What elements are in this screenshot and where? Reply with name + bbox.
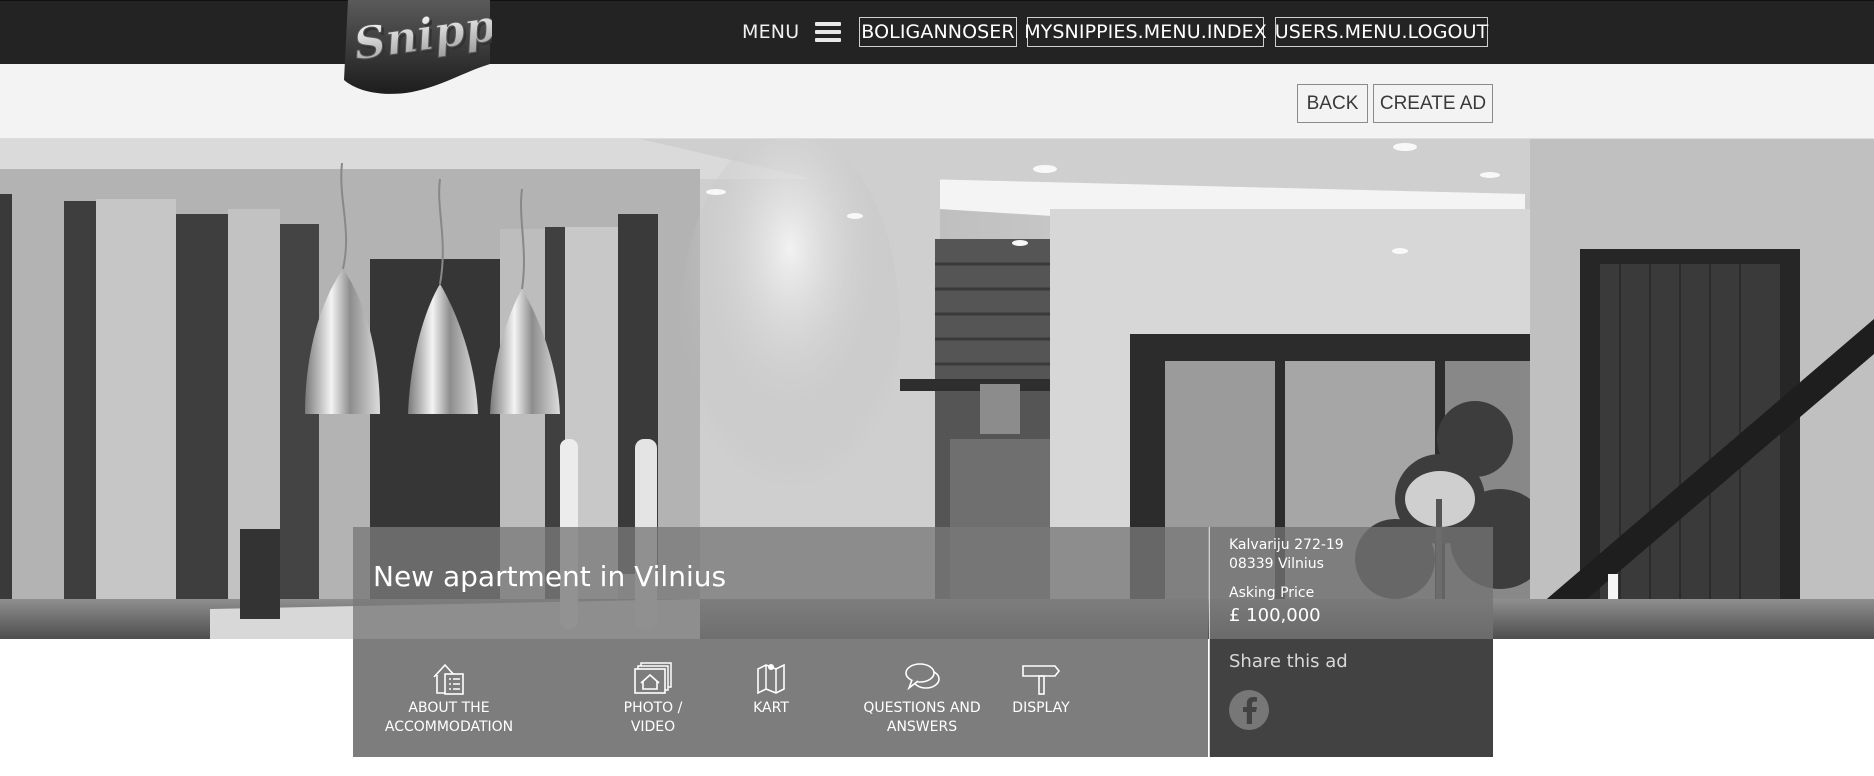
signpost-icon [1022, 665, 1061, 695]
back-button[interactable]: BACK [1297, 84, 1368, 123]
tab-label: ABOUT THE ACCOMMODATION [384, 700, 514, 735]
tab-label: KART [753, 700, 789, 716]
address-line-2: 08339 Vilnius [1229, 556, 1324, 572]
ad-title: New apartment in Vilnius [373, 560, 727, 593]
hamburger-icon[interactable] [815, 22, 842, 42]
nav-boligannoser[interactable]: BOLIGANNOSER [859, 17, 1017, 47]
menu-label: MENU [742, 21, 800, 43]
tab-display[interactable]: DISPLAY [1001, 661, 1081, 718]
map-icon [757, 663, 785, 695]
share-title: Share this ad [1229, 651, 1348, 672]
ad-info-panel: Kalvariju 272-19 08339 Vilnius Asking Pr… [1209, 527, 1493, 639]
address-line-1: Kalvariju 272-19 [1229, 537, 1344, 553]
nav-mysnippies[interactable]: MYSNIPPIES.MENU.INDEX [1024, 17, 1267, 47]
tab-label: QUESTIONS AND ANSWERS [863, 700, 981, 735]
ad-title-panel: New apartment in Vilnius [353, 527, 1208, 639]
tab-kart[interactable]: KART [741, 661, 801, 718]
photo-gallery-icon [634, 662, 672, 694]
ad-sections-tabs: ABOUT THE ACCOMMODATION PHOTO / VIDEO KA… [353, 639, 1208, 757]
menu-toggle[interactable]: MENU [742, 19, 842, 45]
facebook-icon[interactable] [1229, 690, 1269, 730]
tab-about-accommodation[interactable]: ABOUT THE ACCOMMODATION [385, 661, 513, 737]
nav-logout[interactable]: USERS.MENU.LOGOUT [1275, 17, 1488, 47]
price-value: £ 100,000 [1229, 605, 1321, 626]
action-bar: BACK CREATE AD [0, 64, 1874, 139]
tab-label: PHOTO / VIDEO [623, 700, 683, 735]
share-panel: Share this ad [1209, 639, 1493, 757]
create-ad-button[interactable]: CREATE AD [1373, 84, 1493, 123]
house-list-icon [433, 663, 464, 695]
tab-label: DISPLAY [1012, 700, 1070, 716]
snippy-logo[interactable]: Snippy Snippy [340, 0, 492, 98]
tab-questions-answers[interactable]: QUESTIONS AND ANSWERS [857, 661, 987, 737]
price-label: Asking Price [1229, 585, 1315, 601]
chat-bubbles-icon [905, 663, 940, 691]
top-navigation-bar: MENU BOLIGANNOSER MYSNIPPIES.MENU.INDEX … [0, 0, 1874, 64]
tab-photo-video[interactable]: PHOTO / VIDEO [615, 661, 691, 737]
